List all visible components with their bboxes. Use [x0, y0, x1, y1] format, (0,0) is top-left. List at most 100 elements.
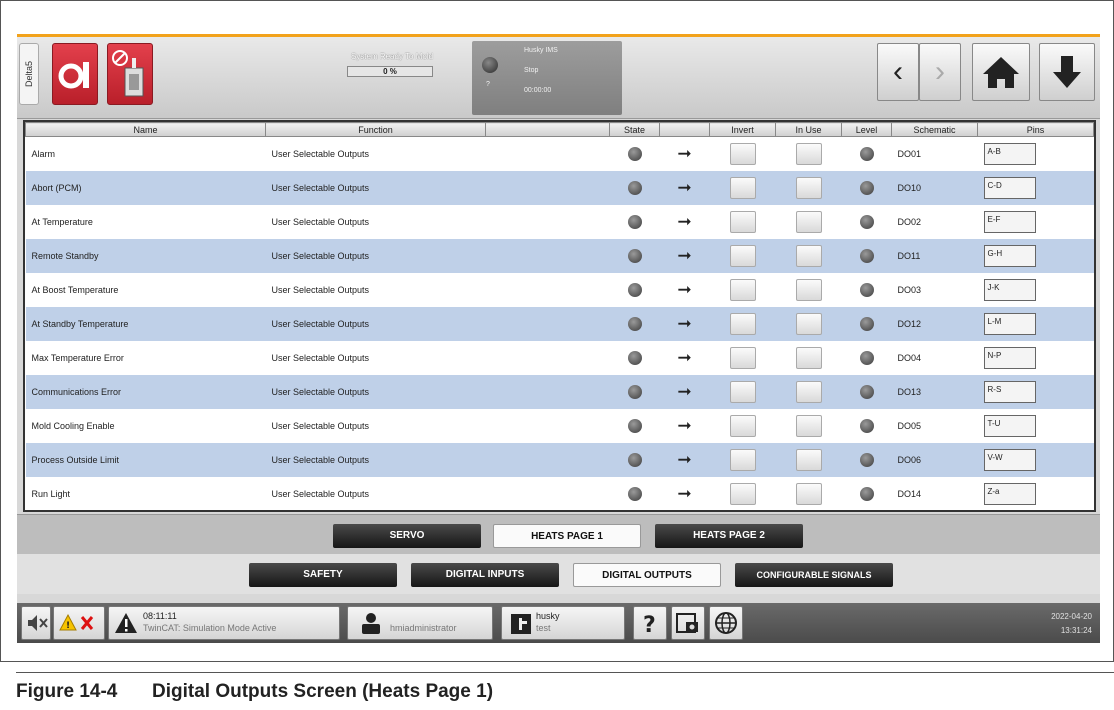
forward-button[interactable]: › — [919, 43, 961, 101]
table-row: At Temperature User Selectable Outputs ➞ DO… — [26, 205, 1094, 239]
col-pins: Pins — [977, 122, 1094, 137]
level-led-icon — [859, 180, 874, 195]
invert-checkbox[interactable] — [729, 482, 756, 505]
language-button[interactable] — [709, 606, 743, 640]
output-function: User Selectable Outputs — [271, 284, 370, 295]
level-cell — [842, 171, 892, 205]
in-use-checkbox[interactable] — [795, 346, 822, 369]
in-use-checkbox[interactable] — [795, 142, 822, 165]
top-bar: Delta5 System Ready To Mold 0 % ? Husky … — [17, 37, 1100, 119]
tab-heats-page-2[interactable]: HEATS PAGE 2 — [655, 524, 803, 548]
screenshot-button[interactable] — [671, 606, 705, 640]
figure-number: Figure 14-4 — [16, 681, 118, 702]
blank-cell — [486, 273, 610, 307]
pins-field[interactable]: Z-a — [983, 482, 1036, 505]
pins-field[interactable]: C-D — [983, 176, 1036, 199]
mute-button[interactable] — [21, 606, 51, 640]
output-name: At Standby Temperature — [31, 318, 129, 329]
in-use-checkbox[interactable] — [795, 244, 822, 267]
pins-field[interactable]: J-K — [983, 278, 1036, 301]
invert-checkbox[interactable] — [729, 414, 756, 437]
alarm-reset-button[interactable] — [52, 43, 98, 105]
state-led-icon — [627, 248, 642, 263]
globe-icon — [715, 612, 737, 634]
invert-cell — [710, 273, 776, 307]
col-blank — [485, 122, 610, 137]
output-function: User Selectable Outputs — [271, 216, 370, 227]
info-title: Husky IMS — [524, 47, 558, 54]
right-arrow-icon: ➞ — [677, 415, 692, 435]
pins-field[interactable]: T-U — [983, 414, 1036, 437]
status-led-icon — [482, 57, 498, 73]
side-tab[interactable]: Delta5 — [19, 43, 39, 105]
pins-field[interactable]: V-W — [983, 448, 1036, 471]
tab-digital-outputs[interactable]: DIGITAL OUTPUTS — [573, 563, 721, 587]
svg-text:?: ? — [643, 613, 656, 638]
in-use-checkbox[interactable] — [795, 380, 822, 403]
level-led-icon — [859, 452, 874, 467]
tab-digital-inputs[interactable]: DIGITAL INPUTS — [411, 563, 559, 587]
col-arrow — [659, 122, 710, 137]
in-use-checkbox[interactable] — [795, 176, 822, 199]
invert-checkbox[interactable] — [729, 346, 756, 369]
pins-field[interactable]: R-S — [983, 380, 1036, 403]
in-use-cell — [776, 443, 842, 477]
output-function: User Selectable Outputs — [271, 386, 370, 397]
tab-heats-page-1[interactable]: HEATS PAGE 1 — [493, 524, 641, 548]
blank-cell — [486, 307, 610, 341]
help-button[interactable]: ? — [633, 606, 667, 640]
info-panel[interactable]: ? Husky IMS Stop 00:00:00 — [472, 41, 622, 115]
level-cell — [842, 341, 892, 375]
figure-title: Digital Outputs Screen (Heats Page 1) — [152, 681, 494, 702]
info-icon: ? — [486, 81, 490, 88]
output-function: User Selectable Outputs — [271, 454, 370, 465]
in-use-checkbox[interactable] — [795, 278, 822, 301]
schematic-value: DO11 — [897, 250, 921, 261]
schematic-value: DO13 — [897, 386, 922, 397]
in-use-checkbox[interactable] — [795, 414, 822, 437]
tab-configurable-signals[interactable]: CONFIGURABLE SIGNALS — [735, 563, 893, 587]
in-use-checkbox[interactable] — [795, 448, 822, 471]
blank-cell — [486, 375, 610, 409]
blank-cell — [486, 239, 610, 273]
pins-field[interactable]: E-F — [983, 210, 1036, 233]
invert-checkbox[interactable] — [729, 142, 756, 165]
invert-checkbox[interactable] — [729, 210, 756, 233]
schematic-value: DO12 — [897, 318, 922, 329]
table-body: Alarm User Selectable Outputs ➞ DO01 A-B Abor… — [25, 137, 1094, 511]
in-use-checkbox[interactable] — [795, 312, 822, 335]
right-arrow-icon: ➞ — [677, 483, 692, 503]
level-led-icon — [859, 384, 874, 399]
in-use-checkbox[interactable] — [795, 482, 822, 505]
tab-servo[interactable]: SERVO — [333, 524, 481, 548]
pins-field[interactable]: G-H — [983, 244, 1036, 267]
schematic-value: DO04 — [897, 352, 922, 363]
alarm-banner-button[interactable]: 08:11:11 TwinCAT: Simulation Mode Active — [108, 606, 340, 640]
home-icon — [983, 57, 1019, 88]
back-button[interactable]: ‹ — [877, 43, 919, 101]
invert-checkbox[interactable] — [729, 448, 756, 471]
in-use-cell — [776, 171, 842, 205]
mold-button[interactable]: husky test — [501, 606, 625, 640]
invert-checkbox[interactable] — [729, 176, 756, 199]
time: 13:31:24 — [1060, 626, 1092, 635]
level-cell — [842, 273, 892, 307]
screen-menu-button[interactable] — [1039, 43, 1095, 101]
invert-checkbox[interactable] — [729, 244, 756, 267]
user-button[interactable]: hmiadministrator — [347, 606, 493, 640]
tab-safety[interactable]: SAFETY — [249, 563, 397, 587]
level-cell — [842, 205, 892, 239]
invert-checkbox[interactable] — [729, 312, 756, 335]
help-icon: ? — [643, 613, 656, 638]
stop-heaters-button[interactable] — [107, 43, 153, 105]
side-tab-label: Delta5 — [24, 60, 34, 88]
home-button[interactable] — [972, 43, 1030, 101]
invert-checkbox[interactable] — [729, 278, 756, 301]
alarm-clear-button[interactable]: ! — [53, 606, 105, 640]
in-use-checkbox[interactable] — [795, 210, 822, 233]
user-name: hmiadministrator — [390, 623, 457, 633]
pins-field[interactable]: N-P — [983, 346, 1036, 369]
invert-checkbox[interactable] — [729, 380, 756, 403]
pins-field[interactable]: A-B — [983, 142, 1036, 165]
pins-field[interactable]: L-M — [983, 312, 1036, 335]
